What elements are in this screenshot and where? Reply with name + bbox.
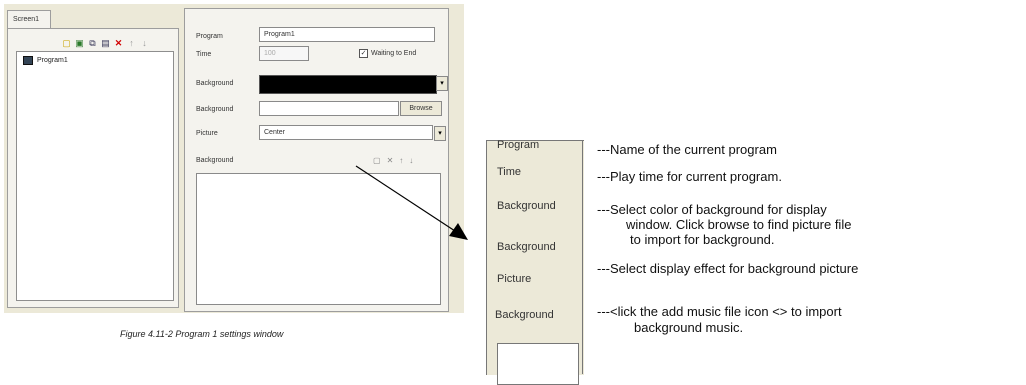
background-music-label: Background xyxy=(196,157,234,164)
up-icon[interactable]: ↑ xyxy=(399,156,403,165)
program-settings-panel: Program Program1 Time 100 ✓ Waiting to E… xyxy=(184,8,449,312)
chevron-down-icon[interactable]: ▾ xyxy=(436,76,448,91)
desc-music-line1: ---<lick the add music file icon <> to i… xyxy=(597,304,842,319)
delete-music-icon[interactable]: ✕ xyxy=(387,156,394,165)
figure-caption: Figure 4.11-2 Program 1 settings window xyxy=(120,329,284,339)
background-color-label: Background xyxy=(196,80,234,87)
picture-effect-select[interactable]: Center xyxy=(259,125,433,140)
waiting-to-end-label: Waiting to End xyxy=(371,50,417,57)
picture-label: Picture xyxy=(196,130,218,137)
zoom-label-picture: Picture xyxy=(497,273,532,285)
music-toolbar: ▢ ✕ ↑ ↓ xyxy=(373,156,413,165)
program-tree-panel: ▢ ▣ ⧉ ▤ ✕ ↑ ↓ Program1 xyxy=(7,28,179,308)
delete-icon[interactable]: ✕ xyxy=(114,38,123,48)
duplicate-icon[interactable]: ⧉ xyxy=(88,38,97,48)
paste-icon[interactable]: ▤ xyxy=(101,38,110,48)
copy-icon[interactable]: ▣ xyxy=(75,38,84,48)
zoom-label-background-music: Background xyxy=(495,309,554,321)
down-icon[interactable]: ↓ xyxy=(409,156,413,165)
waiting-to-end-checkbox[interactable]: ✓ Waiting to End xyxy=(359,49,416,58)
settings-window-screenshot: Screen1 ▢ ▣ ⧉ ▤ ✕ ↑ ↓ Program1 Program P… xyxy=(4,4,464,313)
desc-picture: ---Select display effect for background … xyxy=(597,261,859,276)
tree-item-program1[interactable]: Program1 xyxy=(23,56,68,65)
add-music-icon[interactable]: ▢ xyxy=(373,156,381,165)
desc-music-line2: background music. xyxy=(634,320,744,335)
program-tree: Program1 xyxy=(16,51,174,301)
program-label: Program xyxy=(196,33,223,40)
zoom-music-list xyxy=(497,343,579,385)
chevron-down-icon[interactable]: ▾ xyxy=(434,126,446,141)
background-file-label: Background xyxy=(196,106,234,113)
desc-program: ---Name of the current program xyxy=(597,142,777,157)
zoom-label-background-color: Background xyxy=(497,200,556,212)
desc-background-line1: ---Select color of background for displa… xyxy=(597,202,827,217)
program-name-input[interactable]: Program1 xyxy=(259,27,435,42)
background-file-input[interactable] xyxy=(259,101,399,116)
zoom-label-program: Program xyxy=(497,139,540,151)
background-color-select[interactable] xyxy=(259,75,437,94)
browse-button[interactable]: Browse xyxy=(400,101,442,116)
tree-item-label: Program1 xyxy=(37,57,68,64)
desc-background-line3: to import for background. xyxy=(630,232,775,247)
up-icon[interactable]: ↑ xyxy=(127,38,136,48)
divider xyxy=(582,140,583,374)
tree-toolbar: ▢ ▣ ⧉ ▤ ✕ ↑ ↓ xyxy=(62,37,149,49)
zoom-label-background-file: Background xyxy=(497,241,556,253)
zoomed-label-panel: Program Time Background Background Pictu… xyxy=(486,139,584,385)
desc-background-line2: window. Click browse to find picture fil… xyxy=(626,217,852,232)
time-label: Time xyxy=(196,51,212,58)
add-icon[interactable]: ▢ xyxy=(62,38,71,48)
zoom-label-time: Time xyxy=(497,166,522,178)
tab-screen1[interactable]: Screen1 xyxy=(7,10,51,28)
down-icon[interactable]: ↓ xyxy=(140,38,149,48)
time-input[interactable]: 100 xyxy=(259,46,309,61)
checkbox-icon: ✓ xyxy=(359,49,368,58)
program-node-icon xyxy=(23,56,33,65)
background-music-list[interactable] xyxy=(196,173,441,305)
desc-time: ---Play time for current program. xyxy=(597,169,782,184)
